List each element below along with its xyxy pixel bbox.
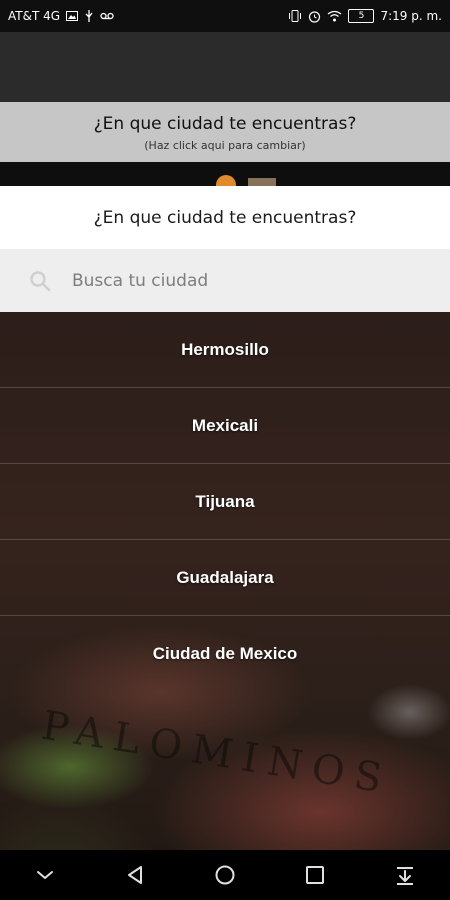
app-bar	[0, 32, 450, 102]
city-search-input[interactable]	[70, 269, 414, 292]
city-item-guadalajara[interactable]: Guadalajara	[0, 540, 450, 616]
usb-icon	[85, 10, 93, 22]
clock-label: 7:19 p. m.	[380, 9, 442, 23]
carrier-label: AT&T 4G	[8, 9, 61, 23]
wifi-icon	[328, 10, 342, 22]
status-bar: AT&T 4G 5 7:19 p. m.	[0, 0, 450, 32]
alarm-icon	[309, 10, 321, 23]
city-item-ciudad-de-mexico[interactable]: Ciudad de Mexico	[0, 616, 450, 692]
city-item-tijuana[interactable]: Tijuana	[0, 464, 450, 540]
notification-pull-icon[interactable]	[393, 863, 417, 887]
city-banner[interactable]: ¿En que ciudad te encuentras? (Haz click…	[0, 102, 450, 162]
system-nav-bar	[0, 850, 450, 900]
recents-icon[interactable]	[303, 863, 327, 887]
board-engraving: PALOMINOS	[38, 702, 395, 804]
home-icon[interactable]	[213, 863, 237, 887]
vibrate-icon	[289, 10, 302, 22]
status-left: AT&T 4G	[8, 9, 114, 23]
battery-icon: 5	[348, 9, 375, 23]
banner-title: ¿En que ciudad te encuentras?	[93, 114, 357, 134]
city-picker-header: ¿En que ciudad te encuentras?	[0, 186, 450, 249]
voicemail-icon	[100, 12, 114, 20]
chevron-down-icon[interactable]	[33, 863, 57, 887]
image-icon	[66, 11, 79, 21]
banner-subtitle: (Haz click aqui para cambiar)	[144, 139, 306, 152]
city-item-mexicali[interactable]: Mexicali	[0, 388, 450, 464]
status-right: 5 7:19 p. m.	[288, 9, 442, 23]
back-icon[interactable]	[123, 863, 147, 887]
search-icon	[30, 270, 51, 291]
city-picker-title: ¿En que ciudad te encuentras?	[93, 207, 357, 228]
city-item-hermosillo[interactable]: Hermosillo	[0, 312, 450, 388]
city-list: Hermosillo Mexicali Tijuana Guadalajara …	[0, 312, 450, 692]
logo-fragment-text	[248, 178, 276, 186]
city-search-bar	[0, 249, 450, 312]
